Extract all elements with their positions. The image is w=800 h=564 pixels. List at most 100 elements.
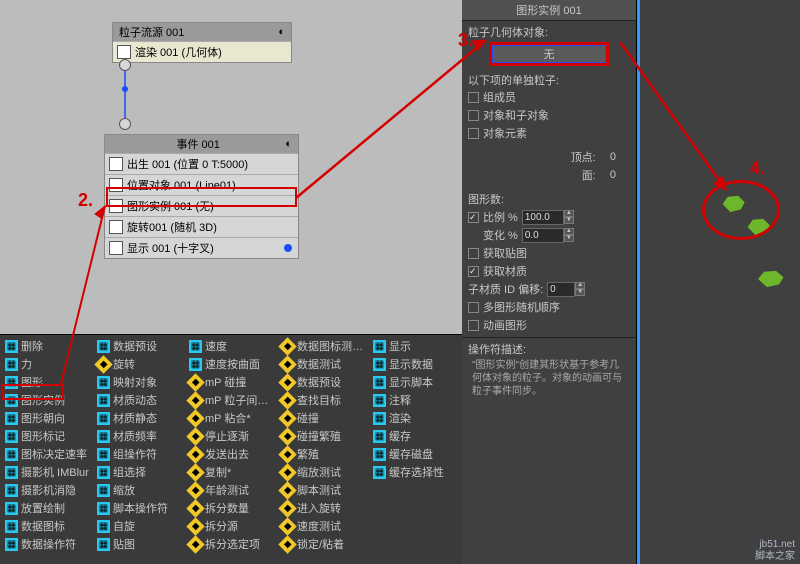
depot-operator[interactable]: ▦组选择 [94, 463, 186, 481]
shape-op-icon [109, 199, 123, 213]
position-op-icon [109, 178, 123, 192]
cb-objchild[interactable] [468, 110, 479, 121]
event-output-icon: ◐ [285, 138, 292, 150]
highlight-4 [702, 180, 780, 240]
opdesc-title: 操作符描述: [468, 341, 630, 357]
depot-operator[interactable]: ▦摄影机消隐 [2, 481, 94, 499]
display-op-icon [109, 241, 123, 255]
depot-operator[interactable]: ▦图形朝向 [2, 409, 94, 427]
depot-operator[interactable]: ▦缓存选择性 [370, 463, 462, 481]
wire [119, 59, 133, 126]
particle-leaf [720, 195, 746, 213]
depot-operator[interactable]: ▦数据操作符 [2, 535, 94, 553]
depot-operator[interactable]: ▦图形 [2, 373, 94, 391]
vert-count: 0 [610, 151, 616, 163]
geom-obj-label: 粒子几何体对象: [468, 24, 630, 42]
depot-operator[interactable]: ◆速度测试 [278, 517, 370, 535]
depot-operator[interactable]: ◆数据测试 [278, 355, 370, 373]
depot-operator[interactable]: ▦贴图 [94, 535, 186, 553]
depot-operator[interactable]: ▦材质静态 [94, 409, 186, 427]
operator-depot[interactable]: ▦删除▦力▦图形▦图形实例▦图形朝向▦图形标记▦图标决定速率▦摄影机 IMBlu… [0, 335, 462, 564]
depot-operator[interactable]: ▦自旋 [94, 517, 186, 535]
depot-operator[interactable]: ◆繁殖 [278, 445, 370, 463]
depot-operator[interactable]: ◆停止逐渐 [186, 427, 278, 445]
particle-leaf [755, 270, 785, 288]
depot-operator[interactable]: ◆碰撞繁殖 [278, 427, 370, 445]
ratio-spinner[interactable]: ▲▼ [522, 210, 574, 225]
depot-operator[interactable]: ◆拆分选定项 [186, 535, 278, 553]
depot-operator[interactable]: ◆复制* [186, 463, 278, 481]
depot-operator[interactable]: ▦显示数据 [370, 355, 462, 373]
depot-operator[interactable]: ◆发送出去 [186, 445, 278, 463]
depot-operator[interactable]: ◆碰撞 [278, 409, 370, 427]
cb-group[interactable] [468, 92, 479, 103]
pick-geom-button[interactable]: 无 [489, 42, 609, 66]
var-spinner[interactable]: ▲▼ [522, 228, 574, 243]
depot-operator[interactable]: ◆数据预设 [278, 373, 370, 391]
rotate-row: 旋转001 (随机 3D) [127, 219, 217, 235]
depot-operator[interactable]: ◆脚本测试 [278, 481, 370, 499]
depot-operator[interactable]: ▦数据图标 [2, 517, 94, 535]
depot-operator[interactable]: ◆拆分数量 [186, 499, 278, 517]
cb-getmat[interactable] [468, 266, 479, 277]
depot-operator[interactable]: ◆年龄测试 [186, 481, 278, 499]
depot-operator[interactable]: ▦注释 [370, 391, 462, 409]
flow-node[interactable]: 粒子流源 001◐ 渲染 001 (几何体) [112, 22, 292, 63]
depot-operator[interactable]: ▦材质动态 [94, 391, 186, 409]
opdesc-text: "图形实例"创建其形状基于参考几何体对象的粒子。对象的动画可与粒子事件同步。 [468, 357, 630, 400]
depot-operator[interactable]: ▦力 [2, 355, 94, 373]
viewport[interactable]: 4. jb51.net 脚本之家 [637, 0, 800, 564]
depot-operator[interactable]: ◆缩放测试 [278, 463, 370, 481]
submat-spinner[interactable]: ▲▼ [547, 282, 585, 297]
event-node[interactable]: 事件 001◐ 出生 001 (位置 0 T:5000) 位置对象 001 (L… [104, 134, 299, 259]
depot-operator[interactable]: ◆旋转 [94, 355, 186, 373]
depot-operator[interactable]: ▦速度 [186, 337, 278, 355]
render-op-icon [117, 45, 131, 59]
cb-multiorder[interactable] [468, 302, 479, 313]
depot-operator[interactable]: ▦材质频率 [94, 427, 186, 445]
rollout-panel[interactable]: 图形实例 001 粒子几何体对象: 无 以下项的单独粒子: 组成员 对象和子对象… [462, 0, 637, 564]
depot-operator[interactable]: ▦速度按曲面 [186, 355, 278, 373]
depot-operator[interactable]: ▦渲染 [370, 409, 462, 427]
depot-operator[interactable]: ◆mP 粘合* [186, 409, 278, 427]
particle-view-schematic[interactable]: 粒子流源 001◐ 渲染 001 (几何体) 事件 001◐ 出生 001 (位… [0, 0, 462, 335]
depot-operator[interactable]: ▦显示 [370, 337, 462, 355]
rollout-title: 图形实例 001 [462, 0, 636, 21]
event-title: 事件 001 [176, 136, 219, 152]
depot-operator[interactable]: ◆拆分源 [186, 517, 278, 535]
depot-operator[interactable]: ◆查找目标 [278, 391, 370, 409]
depot-operator[interactable]: ◆mP 碰撞 [186, 373, 278, 391]
depot-operator[interactable]: ▦缓存 [370, 427, 462, 445]
depot-operator[interactable]: ▦数据预设 [94, 337, 186, 355]
annotation-4: 4. [750, 158, 765, 179]
depot-operator[interactable]: ▦图形标记 [2, 427, 94, 445]
position-row: 位置对象 001 (Line01) [127, 177, 236, 193]
flow-render-row: 渲染 001 (几何体) [135, 44, 222, 60]
depot-operator[interactable]: ▦映射对象 [94, 373, 186, 391]
depot-operator[interactable]: ▦缓存磁盘 [370, 445, 462, 463]
cb-anim[interactable] [468, 320, 479, 331]
depot-operator[interactable]: ◆数据图标测… [278, 337, 370, 355]
depot-operator[interactable]: ◆进入旋转 [278, 499, 370, 517]
depot-operator[interactable]: ▦放置绘制 [2, 499, 94, 517]
cb-ratio[interactable] [468, 212, 479, 223]
depot-operator[interactable]: ▦缩放 [94, 481, 186, 499]
event-in-connector[interactable] [119, 118, 131, 130]
face-count: 0 [610, 169, 616, 181]
annotation-2: 2. [78, 190, 93, 211]
depot-operator[interactable]: ▦摄影机 IMBlur [2, 463, 94, 481]
depot-operator[interactable]: ▦图形实例 [2, 391, 94, 409]
cb-getmap[interactable] [468, 248, 479, 259]
depot-operator[interactable]: ▦显示脚本 [370, 373, 462, 391]
separate-label: 以下项的单独粒子: [468, 72, 630, 88]
depot-operator[interactable]: ◆mP 粒子间… [186, 391, 278, 409]
depot-operator[interactable]: ▦组操作符 [94, 445, 186, 463]
particle-leaf [745, 218, 771, 236]
depot-operator[interactable]: ▦脚本操作符 [94, 499, 186, 517]
depot-operator[interactable]: ▦删除 [2, 337, 94, 355]
cb-objelem[interactable] [468, 128, 479, 139]
shape-row: 图形实例 001 (无) [127, 198, 214, 214]
depot-operator[interactable]: ▦图标决定速率 [2, 445, 94, 463]
birth-op-icon [109, 157, 123, 171]
depot-operator[interactable]: ◆锁定/粘着 [278, 535, 370, 553]
